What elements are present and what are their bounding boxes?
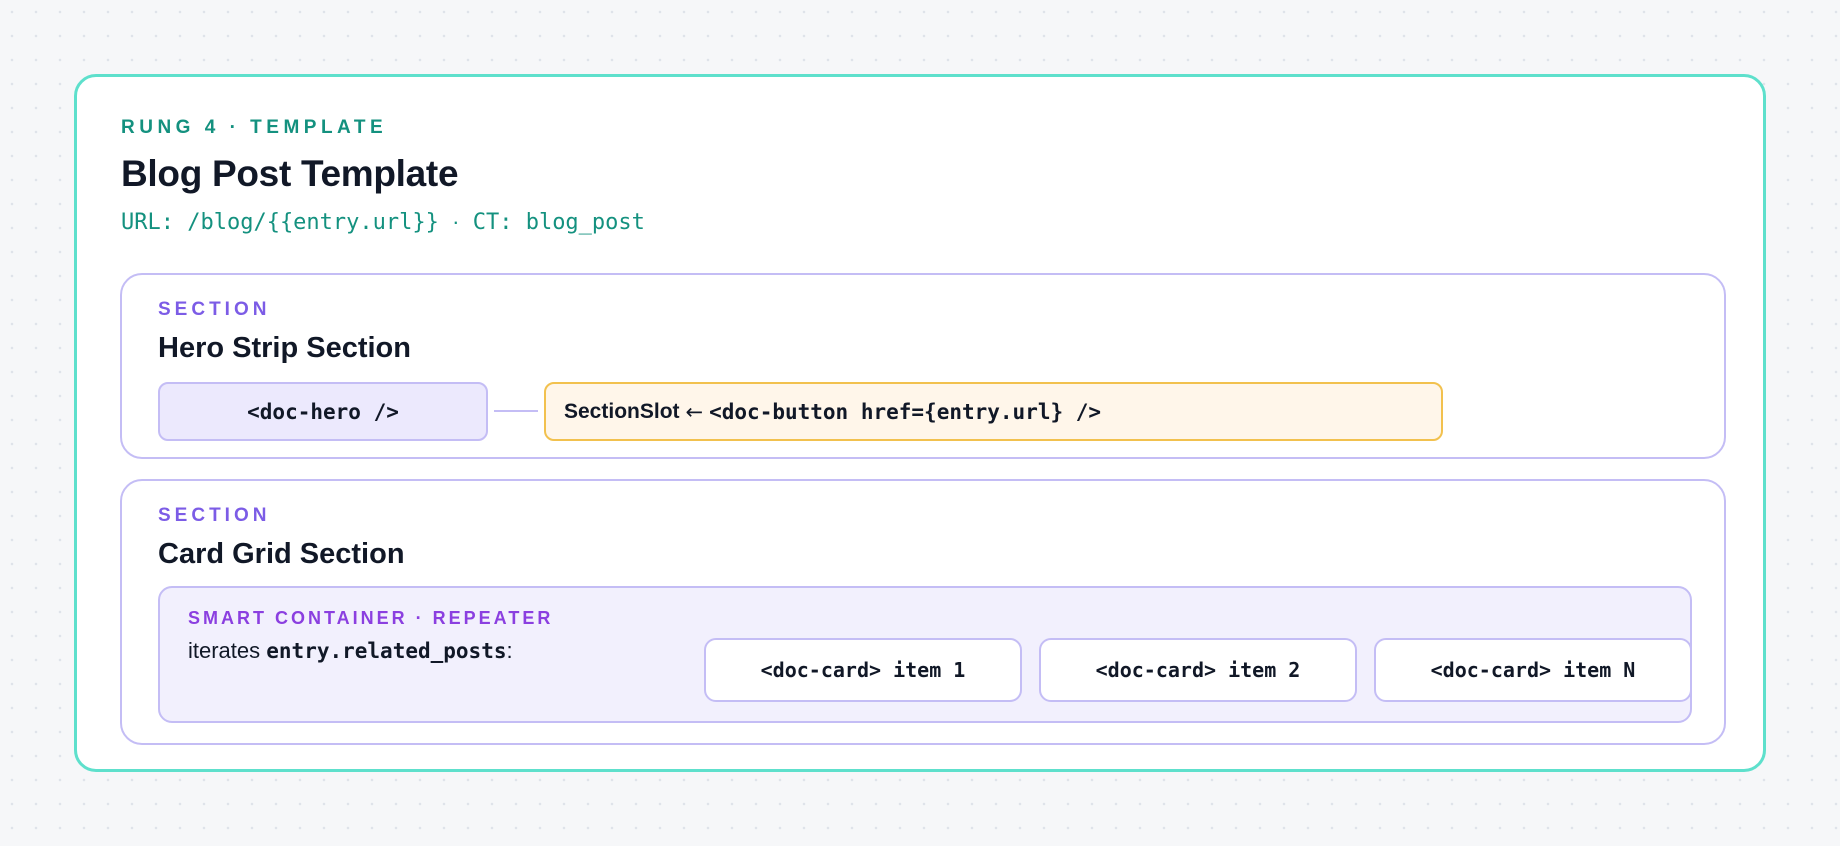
template-eyebrow: RUNG 4 · TEMPLATE xyxy=(121,117,388,138)
section-label: SECTION xyxy=(158,505,271,526)
template-title: Blog Post Template xyxy=(121,153,459,194)
doc-hero-component: <doc-hero /> xyxy=(158,382,488,441)
doc-card-item: <doc-card> item 2 xyxy=(1039,638,1357,702)
section-slot: SectionSlot ← <doc-button href={entry.url}… xyxy=(544,382,1443,441)
card-grid-section: SECTION Card Grid Section SMART CONTAINE… xyxy=(120,479,1726,745)
slot-code: <doc-button href={entry.url} /> xyxy=(709,399,1102,424)
url-separator: · xyxy=(452,209,460,234)
section-label: SECTION xyxy=(158,299,271,320)
repeater-desc-code: entry.related_posts xyxy=(266,639,507,663)
doc-card-item: <doc-card> item N xyxy=(1374,638,1692,702)
hero-strip-section: SECTION Hero Strip Section <doc-hero /> … xyxy=(120,273,1726,459)
template-card: RUNG 4 · TEMPLATE Blog Post Template URL… xyxy=(74,74,1766,772)
section-title: Hero Strip Section xyxy=(158,332,411,364)
template-url-line: URL: /blog/{{entry.url}} · CT: blog_post xyxy=(121,209,645,235)
template-content-type: CT: blog_post xyxy=(472,210,645,235)
repeater-label: SMART CONTAINER · REPEATER xyxy=(188,608,554,628)
section-title: Card Grid Section xyxy=(158,538,405,570)
template-url: URL: /blog/{{entry.url}} xyxy=(121,210,439,235)
left-arrow-icon: ← xyxy=(685,399,704,424)
slot-connector xyxy=(494,410,538,412)
slot-name: SectionSlot xyxy=(564,399,680,423)
repeater-desc-prefix: iterates xyxy=(188,638,267,663)
smart-container-repeater: SMART CONTAINER · REPEATER iterates entr… xyxy=(158,586,1692,723)
repeater-description: iterates entry.related_posts: xyxy=(188,638,513,664)
doc-card-item: <doc-card> item 1 xyxy=(704,638,1022,702)
repeater-desc-suffix: : xyxy=(506,638,513,663)
